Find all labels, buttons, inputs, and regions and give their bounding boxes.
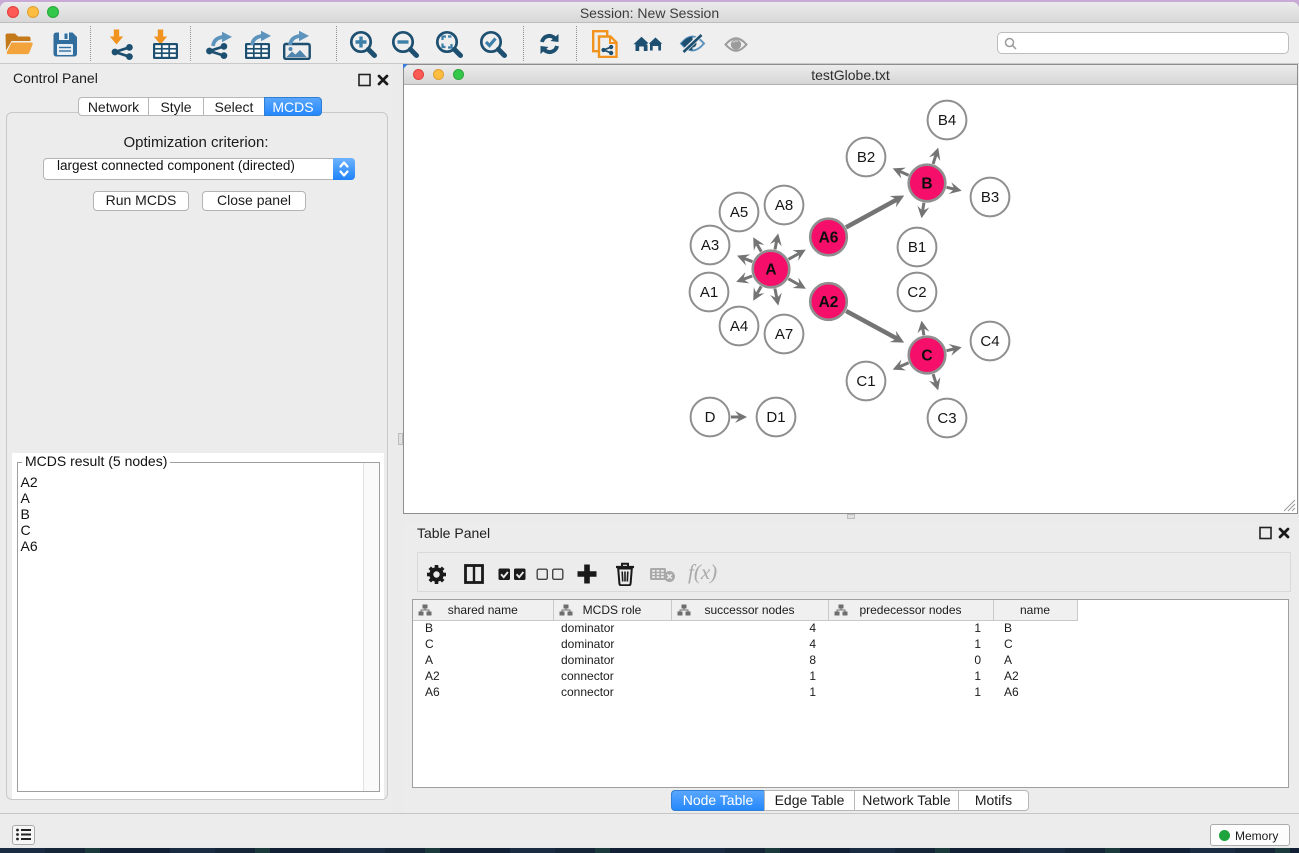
svg-text:A2: A2 <box>819 294 839 311</box>
svg-text:A7: A7 <box>775 326 793 343</box>
svg-text:B1: B1 <box>908 239 926 256</box>
svg-text:D1: D1 <box>766 409 785 426</box>
svg-text:A1: A1 <box>700 284 718 301</box>
svg-text:B: B <box>921 176 932 193</box>
svg-text:C: C <box>921 348 932 365</box>
svg-text:A5: A5 <box>730 204 748 221</box>
svg-text:B2: B2 <box>857 149 875 166</box>
svg-text:A3: A3 <box>701 237 719 254</box>
svg-text:A8: A8 <box>775 197 793 214</box>
svg-text:C1: C1 <box>856 373 875 390</box>
svg-text:B4: B4 <box>938 112 956 129</box>
svg-text:D: D <box>705 409 716 426</box>
svg-text:A: A <box>765 262 776 279</box>
svg-text:C4: C4 <box>980 333 999 350</box>
svg-text:C2: C2 <box>907 284 926 301</box>
svg-text:C3: C3 <box>937 410 956 427</box>
svg-text:A6: A6 <box>819 230 839 247</box>
svg-text:B3: B3 <box>981 189 999 206</box>
svg-text:A4: A4 <box>730 318 748 335</box>
